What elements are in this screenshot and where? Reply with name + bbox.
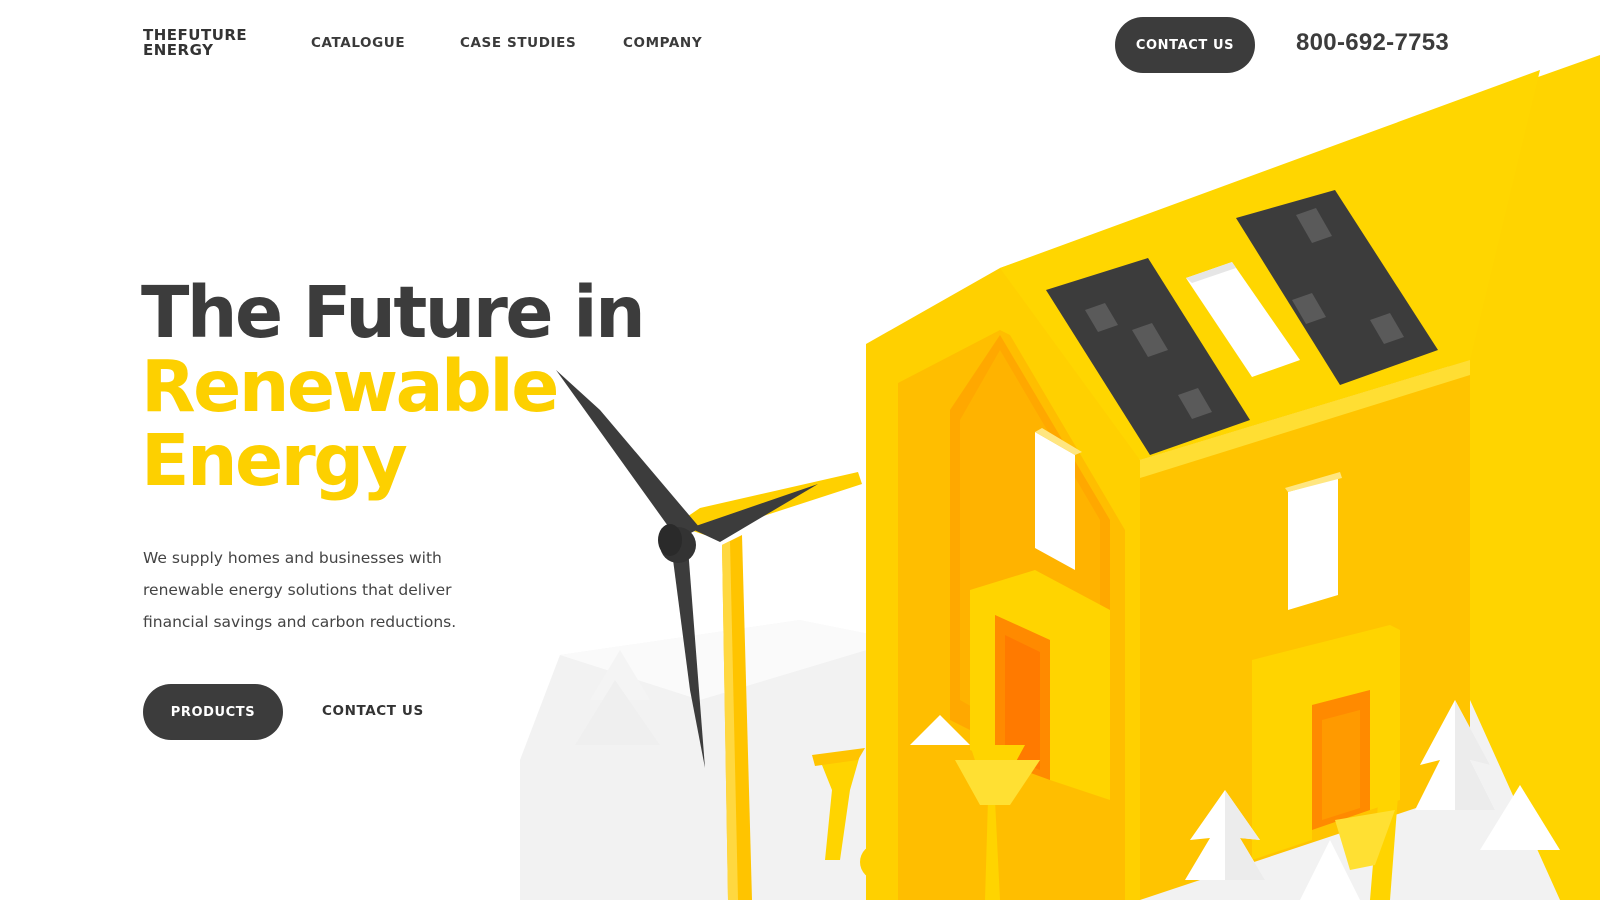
hero-description-line: renewable energy solutions that deliver: [143, 581, 452, 599]
hero-title-line-1: The Future in: [141, 271, 646, 354]
products-button[interactable]: PRODUCTS: [143, 684, 283, 740]
hero-description-line: We supply homes and businesses with: [143, 549, 442, 567]
landing-page: THEFUTURE ENERGY CATALOGUE CASE STUDIES …: [0, 0, 1600, 900]
hero-title-line-2: Renewable: [141, 345, 559, 428]
hero-description: We supply homes and businesses with rene…: [143, 542, 503, 638]
hero-title: The Future in Renewable Energy: [141, 271, 646, 502]
hero-title-line-3: Energy: [141, 419, 408, 502]
hero-contact-link[interactable]: CONTACT US: [322, 703, 424, 719]
hero-description-line: financial savings and carbon reductions.: [143, 613, 457, 631]
